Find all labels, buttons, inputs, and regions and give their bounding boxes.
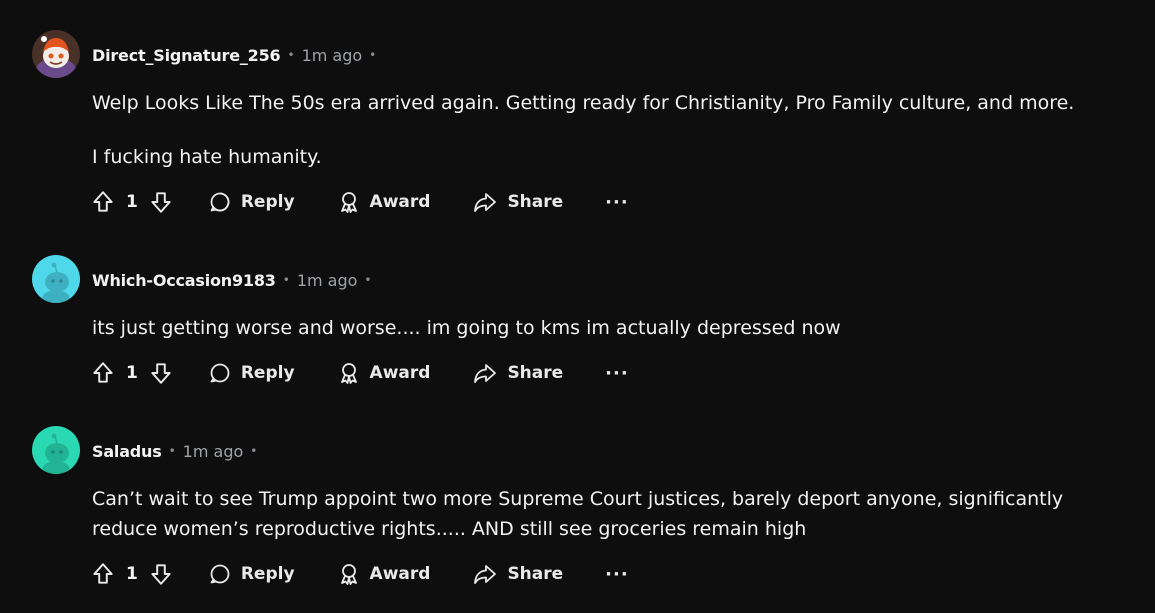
more-options-button[interactable]: ··· [605, 564, 629, 585]
avatar[interactable] [32, 426, 80, 474]
comment-meta: Which-Occasion9183 • 1m ago • [92, 268, 379, 292]
award-button[interactable]: Award [337, 190, 431, 214]
vote-count: 1 [126, 363, 138, 383]
downvote-icon[interactable] [148, 561, 174, 587]
more-options-button[interactable]: ··· [605, 192, 629, 213]
separator-dot: • [282, 273, 290, 287]
author-name[interactable]: Saladus [92, 442, 162, 461]
comment-actions: 1 Reply Award Share ··· [90, 184, 629, 220]
timestamp[interactable]: 1m ago [297, 271, 358, 290]
upvote-icon[interactable] [90, 360, 116, 386]
share-button[interactable]: Share [472, 562, 563, 586]
comment-paragraph: Can’t wait to see Trump appoint two more… [92, 488, 1064, 540]
share-icon [472, 562, 498, 586]
downvote-icon[interactable] [148, 189, 174, 215]
comment-body: Can’t wait to see Trump appoint two more… [92, 484, 1132, 544]
comment-paragraph: Welp Looks Like The 50s era arrived agai… [92, 92, 1075, 114]
share-icon [472, 190, 498, 214]
more-icon: ··· [605, 191, 629, 213]
comment-meta: Saladus • 1m ago • [92, 439, 264, 463]
comment-actions: 1 Reply Award Share ··· [90, 556, 629, 592]
comment-paragraph: I fucking hate humanity. [92, 146, 322, 168]
award-icon [337, 190, 361, 214]
comment-body: Welp Looks Like The 50s era arrived agai… [92, 88, 1132, 172]
comment-meta: Direct_Signature_256 • 1m ago • [92, 43, 383, 67]
snoo-avatar-icon [32, 30, 80, 78]
timestamp[interactable]: 1m ago [302, 46, 363, 65]
vote-count: 1 [126, 192, 138, 212]
more-icon: ··· [605, 362, 629, 384]
author-name[interactable]: Which-Occasion9183 [92, 271, 276, 290]
separator-dot: • [287, 48, 295, 62]
separator-dot: • [364, 273, 372, 287]
upvote-icon[interactable] [90, 561, 116, 587]
comment-icon [208, 361, 232, 385]
reply-button[interactable]: Reply [208, 190, 295, 214]
author-name[interactable]: Direct_Signature_256 [92, 46, 281, 65]
share-label: Share [507, 192, 564, 212]
share-label: Share [507, 363, 564, 383]
snoo-avatar-icon [32, 255, 80, 303]
reply-label: Reply [240, 564, 295, 584]
comment-thread: Direct_Signature_256 • 1m ago • Welp Loo… [0, 0, 1155, 613]
award-button[interactable]: Award [337, 361, 431, 385]
separator-dot: • [168, 444, 176, 458]
comment-body: its just getting worse and worse.... im … [92, 313, 1132, 343]
award-label: Award [369, 564, 431, 584]
comment-paragraph: its just getting worse and worse.... im … [92, 317, 841, 339]
reply-label: Reply [240, 192, 295, 212]
award-button[interactable]: Award [337, 562, 431, 586]
share-button[interactable]: Share [472, 361, 563, 385]
separator-dot: • [250, 444, 258, 458]
more-options-button[interactable]: ··· [605, 363, 629, 384]
award-label: Award [369, 363, 431, 383]
reply-button[interactable]: Reply [208, 562, 295, 586]
award-label: Award [369, 192, 431, 212]
share-label: Share [507, 564, 564, 584]
share-button[interactable]: Share [472, 190, 563, 214]
reply-button[interactable]: Reply [208, 361, 295, 385]
reply-label: Reply [240, 363, 295, 383]
comment-icon [208, 562, 232, 586]
award-icon [337, 562, 361, 586]
upvote-icon[interactable] [90, 189, 116, 215]
award-icon [337, 361, 361, 385]
downvote-icon[interactable] [148, 360, 174, 386]
avatar[interactable] [32, 255, 80, 303]
timestamp[interactable]: 1m ago [183, 442, 244, 461]
vote-count: 1 [126, 564, 138, 584]
comment-icon [208, 190, 232, 214]
separator-dot: • [369, 48, 377, 62]
avatar[interactable] [32, 30, 80, 78]
comment-actions: 1 Reply Award Share ··· [90, 355, 629, 391]
share-icon [472, 361, 498, 385]
more-icon: ··· [605, 563, 629, 585]
snoo-avatar-icon [32, 426, 80, 474]
